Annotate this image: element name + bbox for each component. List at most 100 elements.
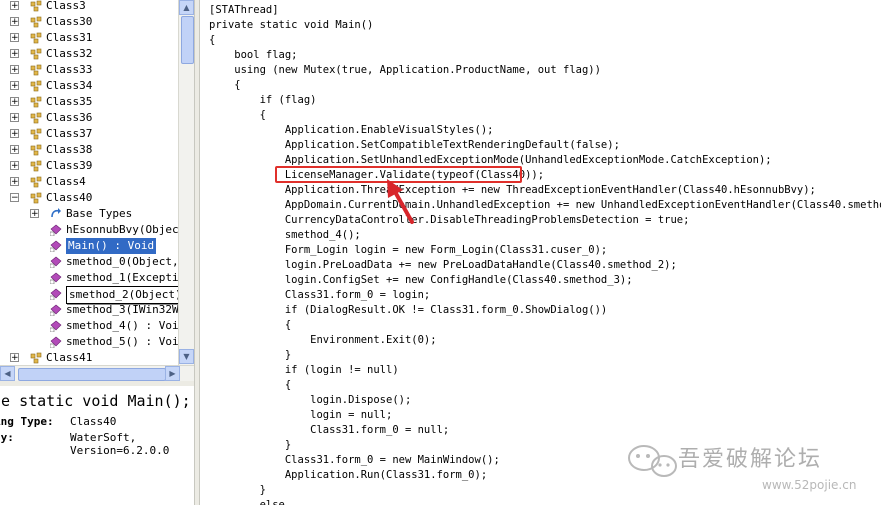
code-line: Application.SetCompatibleTextRenderingDe… bbox=[209, 139, 620, 151]
code-line: login.Dispose(); bbox=[209, 394, 412, 406]
code-line: login.PreLoadData += new PreLoadDataHand… bbox=[209, 259, 677, 271]
tree-item-base-types[interactable]: + Base Types bbox=[0, 206, 178, 222]
scroll-down-button[interactable]: ▼ bbox=[179, 349, 194, 364]
tree-item-class[interactable]: + Class32 bbox=[0, 46, 178, 62]
expand-icon[interactable]: + bbox=[10, 97, 19, 107]
tree-item-label: Class3 bbox=[46, 0, 86, 12]
expand-icon[interactable]: + bbox=[30, 209, 39, 219]
class-icon bbox=[30, 160, 42, 172]
code-line: Class31.form_0 = login; bbox=[209, 289, 431, 301]
declaring-type-label: ing Type: bbox=[0, 415, 54, 428]
method-icon bbox=[50, 288, 62, 300]
assembly-value: WaterSoft, bbox=[70, 431, 137, 444]
scroll-left-button[interactable]: ◀ bbox=[0, 366, 15, 381]
code-line: Environment.Exit(0); bbox=[209, 334, 437, 346]
tree-item-class[interactable]: + Class35 bbox=[0, 94, 178, 110]
expand-icon[interactable]: + bbox=[10, 81, 19, 91]
code-line: AppDomain.CurrentDomain.UnhandledExcepti… bbox=[209, 199, 881, 211]
tree-item-label: Class31 bbox=[46, 31, 93, 44]
tree-item-class[interactable]: + Class33 bbox=[0, 62, 178, 78]
tree-item-method[interactable]: smethod_4() : Void bbox=[0, 318, 178, 334]
tree-item-class[interactable]: + Class31 bbox=[0, 30, 178, 46]
code-line: Application.ThreadException += new Threa… bbox=[209, 184, 816, 196]
tree-item-label: smethod_0(Object, U bbox=[66, 255, 178, 268]
horizontal-scroll-thumb[interactable] bbox=[18, 368, 166, 381]
code-line: Class31.form_0 = null; bbox=[209, 424, 450, 436]
expand-icon[interactable]: + bbox=[10, 145, 19, 155]
scroll-up-button[interactable]: ▲ bbox=[179, 0, 194, 15]
code-line: { bbox=[209, 319, 292, 331]
class-icon bbox=[30, 96, 42, 108]
tree-vertical-scrollbar[interactable]: ▲ ▼ bbox=[178, 0, 195, 365]
tree-item-class[interactable]: + Class30 bbox=[0, 14, 178, 30]
tree-item-class[interactable]: − Class40 bbox=[0, 190, 178, 206]
method-icon bbox=[50, 304, 62, 316]
tree-item-method[interactable]: smethod_2(Object) : Void bbox=[0, 286, 178, 304]
method-icon bbox=[50, 336, 62, 348]
expand-icon[interactable]: + bbox=[10, 129, 19, 139]
tree-item-class[interactable]: + Class36 bbox=[0, 110, 178, 126]
vertical-scroll-thumb[interactable] bbox=[181, 16, 194, 64]
tree-item-label: Class32 bbox=[46, 47, 93, 60]
tree-item-class[interactable]: + Class41 bbox=[0, 350, 178, 365]
red-arrow-icon bbox=[387, 179, 414, 224]
code-line: Class31.form_0 = new MainWindow(); bbox=[209, 454, 500, 466]
tree-item-method[interactable]: Main() : Void bbox=[0, 238, 178, 254]
method-icon bbox=[50, 240, 62, 252]
scroll-right-button[interactable]: ▶ bbox=[165, 366, 180, 381]
code-line: } bbox=[209, 439, 292, 451]
code-line: private static void Main() bbox=[209, 19, 374, 31]
tree-item-label: Class41 bbox=[46, 351, 93, 364]
class-icon bbox=[30, 192, 42, 204]
tree-item-class[interactable]: + Class3 bbox=[0, 0, 178, 14]
class-icon bbox=[30, 64, 42, 76]
tree-item-class[interactable]: + Class4 bbox=[0, 174, 178, 190]
declaring-type-value: Class40 bbox=[70, 415, 117, 428]
code-line: if (flag) bbox=[209, 94, 317, 106]
tree-item-method[interactable]: hEsonnubBvy(Object, bbox=[0, 222, 178, 238]
expand-icon[interactable]: + bbox=[10, 177, 19, 187]
expand-icon[interactable]: + bbox=[10, 49, 19, 59]
code-line: { bbox=[209, 379, 292, 391]
tree-item-class[interactable]: + Class37 bbox=[0, 126, 178, 142]
code-line: } bbox=[209, 349, 292, 361]
code-line: Form_Login login = new Form_Login(Class3… bbox=[209, 244, 608, 256]
tree-item-label: Class40 bbox=[46, 191, 93, 204]
class-icon bbox=[30, 0, 42, 12]
watermark-text: 吾爱破解论坛 bbox=[678, 447, 823, 472]
code-line: login = null; bbox=[209, 409, 393, 421]
code-line: } bbox=[209, 484, 266, 496]
class-tree[interactable]: + Class3 + Class30 + Class31 + Class32 + Class33 +… bbox=[0, 0, 178, 365]
class-icon bbox=[30, 128, 42, 140]
expand-icon[interactable]: + bbox=[10, 33, 19, 43]
tree-item-method[interactable]: smethod_0(Object, U bbox=[0, 254, 178, 270]
tree-item-method[interactable]: smethod_1(Exception bbox=[0, 270, 178, 286]
expand-icon[interactable]: + bbox=[10, 353, 19, 363]
member-info-panel: te static void Main(); ing Type: Class40… bbox=[0, 386, 194, 505]
expand-icon[interactable]: + bbox=[10, 65, 19, 75]
tree-item-class[interactable]: + Class34 bbox=[0, 78, 178, 94]
expand-icon[interactable]: + bbox=[10, 161, 19, 171]
tree-item-class[interactable]: + Class39 bbox=[0, 158, 178, 174]
tree-item-label: Class34 bbox=[46, 79, 93, 92]
class-icon bbox=[30, 176, 42, 188]
tree-horizontal-scrollbar[interactable]: ◀ ▶ bbox=[0, 365, 194, 382]
expand-icon[interactable]: + bbox=[10, 17, 19, 27]
tree-item-method[interactable]: smethod_3(IWin32Wir bbox=[0, 302, 178, 318]
member-signature: te static void Main(); bbox=[0, 392, 191, 410]
tree-item-label: smethod_1(Exception bbox=[66, 271, 178, 284]
code-line: { bbox=[209, 109, 266, 121]
expand-icon[interactable]: + bbox=[10, 1, 19, 11]
tree-item-method[interactable]: smethod_5() : Void bbox=[0, 334, 178, 350]
tree-item-label: Class33 bbox=[46, 63, 93, 76]
code-line: if (login != null) bbox=[209, 364, 399, 376]
expand-icon[interactable]: + bbox=[10, 113, 19, 123]
code-line: { bbox=[209, 79, 241, 91]
tree-item-label-selected: Main() : Void bbox=[66, 238, 157, 254]
tree-item-label: Class38 bbox=[46, 143, 93, 156]
method-icon bbox=[50, 224, 62, 236]
tree-item-class[interactable]: + Class38 bbox=[0, 142, 178, 158]
collapse-icon[interactable]: − bbox=[10, 193, 19, 203]
base-types-icon bbox=[51, 208, 61, 218]
code-viewer[interactable]: [STAThread] private static void Main() { b… bbox=[200, 0, 881, 505]
